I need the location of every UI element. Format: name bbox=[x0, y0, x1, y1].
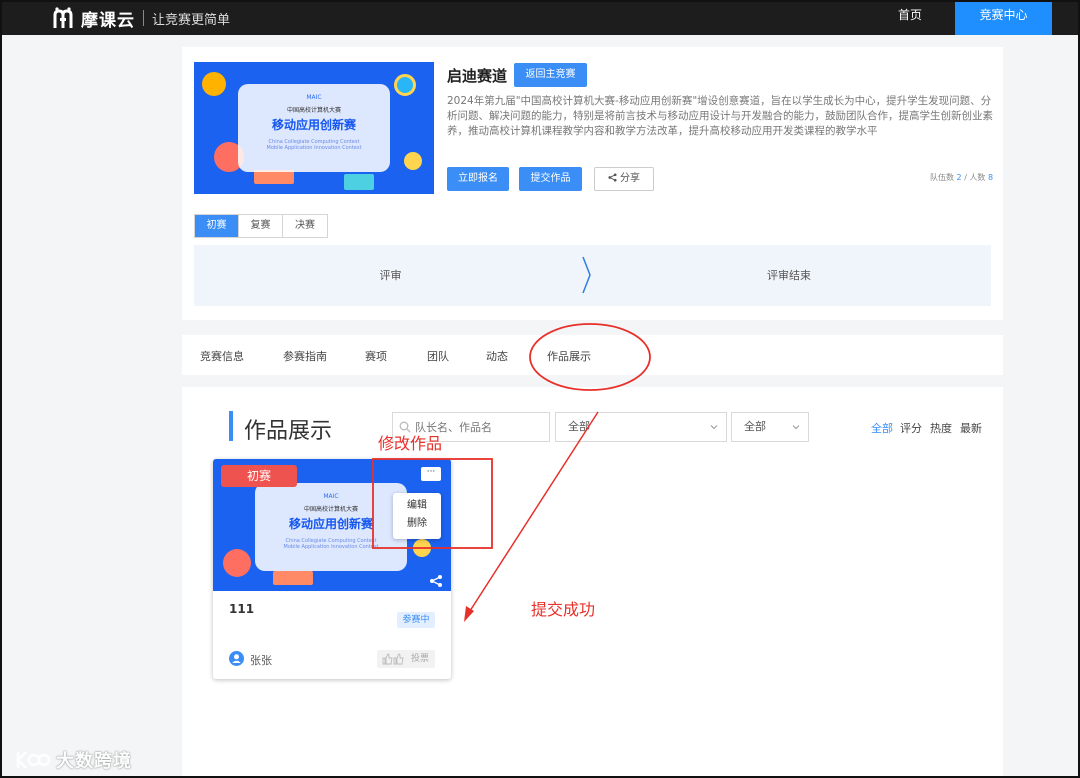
filter-select-stage-value: 全部 bbox=[568, 420, 590, 433]
return-main-competition-button[interactable]: 返回主竞赛 bbox=[514, 63, 587, 87]
logo-m-icon bbox=[53, 7, 73, 28]
sort-all[interactable]: 全部 bbox=[871, 420, 893, 436]
filter-select-stage[interactable]: 全部 bbox=[555, 412, 727, 442]
stage-tabs: 初赛 复赛 决赛 bbox=[194, 214, 328, 238]
avatar-icon bbox=[229, 651, 244, 666]
annotation-submit-success: 提交成功 bbox=[531, 600, 596, 619]
author-name: 张张 bbox=[250, 654, 272, 667]
cover-brand-mark: MAIC bbox=[323, 493, 339, 500]
sort-score[interactable]: 评分 bbox=[900, 420, 922, 436]
team-count: 2 bbox=[956, 173, 962, 182]
brand-logo[interactable]: 摩课云 让竞赛更简单 bbox=[52, 5, 230, 31]
brand-name: 摩课云 bbox=[81, 10, 135, 31]
browser-frame: 摩课云 让竞赛更简单 首页 竞赛中心 MAIC 中国高校计算机大赛 移动应用创新… bbox=[0, 0, 1080, 778]
gallery-title: 作品展示 bbox=[244, 419, 333, 444]
sort-latest[interactable]: 最新 bbox=[960, 420, 982, 436]
work-card[interactable]: MAIC 中国高校计算机大赛 移动应用创新赛 China Collegiate … bbox=[213, 459, 451, 679]
register-button[interactable]: 立即报名 bbox=[447, 167, 509, 191]
tab-competition-info[interactable]: 竞赛信息 bbox=[200, 348, 244, 364]
share-button[interactable]: 分享 bbox=[594, 167, 654, 191]
works-gallery-panel: 作品展示 全部 全部 全部 评分 热度 最新 bbox=[182, 387, 1003, 776]
share-icon bbox=[608, 173, 617, 182]
competition-banner-image: MAIC 中国高校计算机大赛 移动应用创新赛 China Collegiate … bbox=[194, 62, 434, 194]
more-options-icon[interactable]: ··· bbox=[421, 467, 441, 481]
vote-button[interactable]: 投票 bbox=[377, 650, 435, 668]
banner-line2: 移动应用创新赛 bbox=[271, 118, 356, 132]
filter-select-category-value: 全部 bbox=[744, 420, 766, 433]
share-icon[interactable] bbox=[429, 574, 443, 588]
work-name: 111 bbox=[229, 602, 255, 616]
track-description: 2024年第九届"中国高校计算机大赛-移动应用创新赛"增设创意赛道，旨在以学生成… bbox=[447, 95, 993, 137]
team-count-label: 队伍数 bbox=[930, 173, 954, 182]
menu-edit[interactable]: 编辑 bbox=[393, 497, 441, 515]
status-badge: 参赛中 bbox=[397, 612, 435, 628]
chevron-down-icon bbox=[710, 425, 718, 430]
cover-line4: Mobile Application Innovation Contest bbox=[283, 544, 379, 550]
tab-events[interactable]: 赛项 bbox=[365, 348, 387, 364]
tab-guide[interactable]: 参赛指南 bbox=[283, 348, 327, 364]
cover-line1: 中国高校计算机大赛 bbox=[303, 506, 358, 513]
tab-works-showcase[interactable]: 作品展示 bbox=[547, 348, 591, 364]
top-navbar: 摩课云 让竞赛更简单 首页 竞赛中心 bbox=[2, 2, 1078, 35]
people-count-label: / 人数 bbox=[964, 173, 986, 182]
logo-divider bbox=[143, 10, 144, 26]
sort-popularity[interactable]: 热度 bbox=[930, 420, 952, 436]
section-tabs: 竞赛信息 参赛指南 赛项 团队 动态 作品展示 bbox=[182, 335, 1003, 375]
brand-slogan: 让竞赛更简单 bbox=[152, 12, 231, 28]
cover-line2: 移动应用创新赛 bbox=[288, 517, 373, 531]
menu-delete[interactable]: 删除 bbox=[393, 515, 441, 533]
stage-timeline: 评审 评审结束 bbox=[194, 245, 991, 306]
section-accent-bar bbox=[229, 411, 233, 441]
card-action-menu: 编辑 删除 bbox=[393, 493, 441, 539]
chevron-down-icon bbox=[792, 425, 800, 430]
watermark-logo-icon bbox=[16, 751, 50, 769]
timeline-step-review-end: 评审结束 bbox=[767, 269, 811, 282]
watermark-text: 大数跨境 bbox=[56, 751, 132, 772]
banner-brand-mark: MAIC bbox=[306, 94, 322, 101]
tab-news[interactable]: 动态 bbox=[486, 348, 508, 364]
share-label: 分享 bbox=[620, 173, 640, 184]
competition-header-panel: MAIC 中国高校计算机大赛 移动应用创新赛 China Collegiate … bbox=[182, 47, 1003, 320]
stage-tab-final[interactable]: 决赛 bbox=[283, 215, 327, 237]
timeline-step-review: 评审 bbox=[379, 269, 402, 282]
vote-label: 投票 bbox=[410, 654, 429, 664]
watermark: 大数跨境 bbox=[14, 747, 132, 773]
team-stats: 队伍数 2 / 人数 8 bbox=[930, 172, 993, 183]
cover-title-card: MAIC 中国高校计算机大赛 移动应用创新赛 China Collegiate … bbox=[255, 483, 407, 571]
nav-home[interactable]: 首页 bbox=[882, 2, 938, 35]
nav-competition-center[interactable]: 竞赛中心 bbox=[955, 2, 1052, 35]
track-title: 启迪赛道 bbox=[447, 67, 508, 85]
annotation-edit-work: 修改作品 bbox=[378, 434, 443, 453]
filter-select-category[interactable]: 全部 bbox=[731, 412, 809, 442]
banner-line4: Mobile Application Innovation Contest bbox=[266, 145, 362, 151]
people-count: 8 bbox=[987, 173, 994, 182]
banner-title-card: MAIC 中国高校计算机大赛 移动应用创新赛 China Collegiate … bbox=[238, 84, 390, 172]
submit-work-button[interactable]: 提交作品 bbox=[519, 167, 582, 191]
tab-teams[interactable]: 团队 bbox=[427, 348, 449, 364]
thumbs-up-icon bbox=[382, 653, 404, 665]
banner-line1: 中国高校计算机大赛 bbox=[286, 107, 341, 114]
stage-badge: 初赛 bbox=[221, 465, 297, 487]
stage-tab-semifinal[interactable]: 复赛 bbox=[239, 215, 283, 237]
stage-tab-preliminary[interactable]: 初赛 bbox=[195, 215, 239, 237]
